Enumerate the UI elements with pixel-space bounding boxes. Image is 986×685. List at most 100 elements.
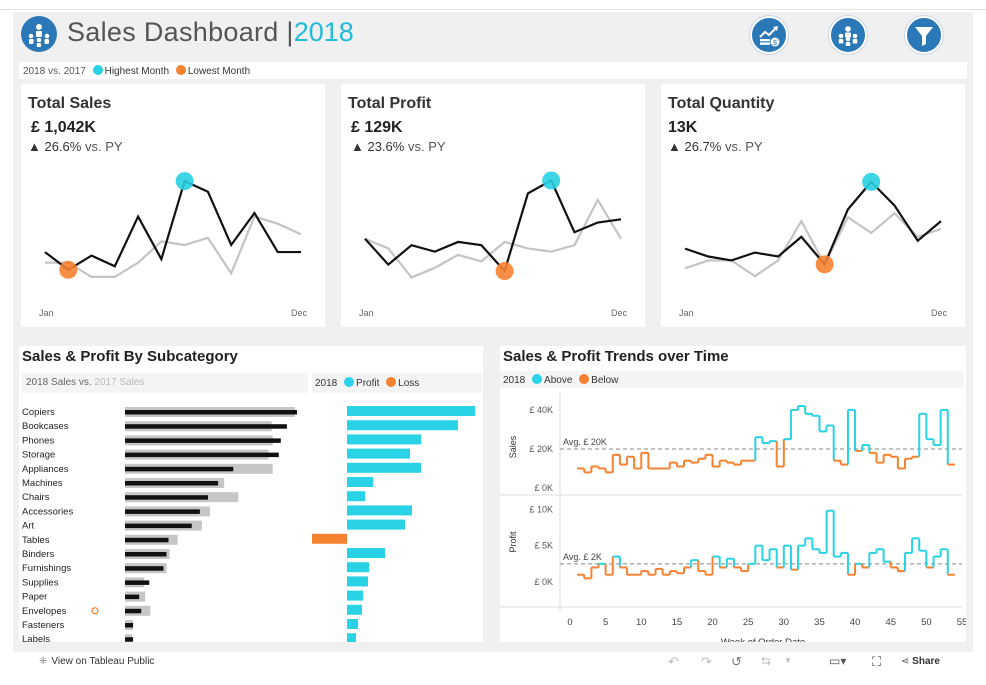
kpi-card-quantity[interactable]: Total Quantity 13K ▲ 26.7% vs. PY Jan De… (661, 84, 965, 327)
legend-profit-label: Profit (356, 378, 380, 389)
subcategory-label: Bookcases (22, 421, 69, 432)
filter-button[interactable] (905, 16, 943, 54)
sales-y-tick: £ 0K (534, 483, 553, 493)
subcategory-title: Sales & Profit By Subcategory (22, 348, 238, 365)
team-view-button[interactable] (829, 16, 867, 54)
kpi-card-profit[interactable]: Total Profit £ 129K ▲ 23.6% vs. PY Jan D… (341, 84, 645, 327)
share-button[interactable]: ⋖ Share (901, 656, 940, 667)
profit-avg-label: Avg. £ 2K (563, 552, 602, 562)
sales-y-tick: £ 40K (529, 405, 553, 415)
legend-below-dot (579, 374, 590, 384)
legend-compare-label: 2018 vs. 2017 (23, 66, 86, 77)
legend-loss-label: Loss (398, 378, 420, 389)
present-icon[interactable]: ▭▾ (829, 654, 846, 668)
dashboard-logo-icon (21, 16, 57, 52)
profit-bar (347, 604, 362, 615)
view-on-tableau-label: View on Tableau Public (51, 656, 155, 667)
profit-y-tick: £ 0K (534, 577, 553, 587)
profit-bar (347, 633, 356, 642)
highest-month-point (862, 172, 881, 191)
lowest-month-point (815, 255, 834, 274)
header-legend: 2018 vs. 2017 Highest Month Lowest Month (19, 62, 967, 79)
x-tick-label: 35 (814, 617, 825, 628)
x-tick-label: 50 (921, 617, 932, 628)
legend-above-dot (532, 374, 543, 384)
current-year-line (44, 179, 301, 272)
subcategory-label: Labels (22, 634, 50, 642)
subcategory-label: Art (22, 521, 35, 532)
current-year-line (364, 178, 622, 274)
view-on-tableau-link[interactable]: ⁜ View on Tableau Public (39, 656, 154, 667)
subcategory-label: Fasteners (22, 620, 64, 631)
share-icon: ⋖ (901, 656, 910, 667)
subcategory-bar-chart[interactable]: Copiers Bookcases Phones Storage Appliances M… (19, 400, 483, 642)
x-tick-label: 25 (743, 617, 754, 628)
sales-2018-bar (125, 580, 150, 585)
sales-view-button[interactable]: $ (750, 16, 788, 54)
kpi-sparkline (684, 172, 942, 278)
x-tick-label: 30 (779, 617, 790, 628)
kpi-sparkline (364, 171, 622, 281)
undo-icon[interactable]: ↶ (668, 654, 679, 670)
top-browser-strip (0, 0, 986, 10)
sales-2018-bar (125, 552, 167, 557)
fullscreen-icon[interactable]: ⛶ (872, 654, 881, 670)
svg-text:$: $ (773, 40, 777, 47)
sales-2018-bar (125, 566, 164, 571)
trends-chart[interactable]: £ 40K £ 20K £ 0K Sales Avg. £ 20K £ 10K £ 5K £ … (500, 392, 966, 642)
x-tick-label: 20 (707, 617, 718, 628)
kpi-sparkline (44, 172, 302, 279)
sales-2018-bar (125, 623, 134, 628)
chevron-down-icon[interactable]: ▼ (784, 656, 792, 665)
revert-icon[interactable]: ↺ (731, 654, 742, 670)
team-icon (838, 26, 858, 46)
legend-year: 2018 (315, 378, 338, 389)
prev-year-line (684, 211, 942, 278)
sales-2018-bar (125, 637, 134, 642)
prev-year-line (364, 197, 622, 279)
sales-2018-bar (125, 424, 287, 429)
subcategory-label: Tables (22, 535, 50, 546)
envelopes-marker (91, 607, 99, 615)
tableau-toolbar: ⁜ View on Tableau Public ↶ ↷ ↺ ⇆ ▼ ▭▾ ⛶ ⋖… (13, 652, 973, 674)
profit-y-tick: £ 5K (534, 541, 553, 551)
lowest-month-point (495, 262, 514, 281)
lowest-month-point (59, 260, 78, 279)
sales-y-label: Sales (508, 435, 518, 458)
sales-2018-bar (125, 537, 169, 543)
redo-icon[interactable]: ↷ (701, 654, 712, 670)
sales-2018-bar (125, 509, 200, 514)
profit-bar (347, 548, 385, 558)
legend-high-dot (92, 65, 103, 75)
x-tick-label: 15 (672, 617, 683, 628)
x-tick-label: 55 (957, 617, 966, 628)
kpi-x-end: Dec (291, 308, 308, 318)
profit-bar (347, 406, 475, 416)
trends-title: Sales & Profit Trends over Time (503, 348, 729, 365)
subcategory-label: Envelopes (22, 606, 67, 617)
highest-month-point (175, 172, 194, 191)
sales-2018-bar (125, 452, 279, 458)
legend-above-label: Above (544, 375, 573, 386)
x-tick-label: 5 (603, 617, 608, 628)
profit-y-tick: £ 10K (529, 504, 553, 514)
legend-low-dot (175, 65, 186, 75)
refresh-icon[interactable]: ⇆ (761, 654, 771, 668)
sales-2018-bar (125, 495, 208, 500)
subcategory-label: Chairs (22, 492, 50, 503)
sales-2018-bar (125, 481, 219, 486)
legend-profit-dot (344, 377, 355, 387)
title-year: 2018 (293, 17, 354, 47)
subcategory-label: Furnishings (22, 563, 71, 574)
profit-bar (347, 462, 421, 473)
profit-bar (347, 448, 410, 459)
sales-2018-bar (125, 608, 142, 614)
subcategory-label: Appliances (22, 464, 69, 475)
profit-bar (347, 505, 412, 516)
filter-icon (915, 27, 933, 46)
legend-high-label: Highest Month (104, 66, 170, 77)
profit-bar (312, 533, 347, 544)
x-tick-label: 0 (567, 617, 572, 628)
subcategory-label: Phones (22, 435, 54, 446)
kpi-card-sales[interactable]: Total Sales £ 1,042K ▲ 26.6% vs. PY Jan … (21, 84, 325, 327)
